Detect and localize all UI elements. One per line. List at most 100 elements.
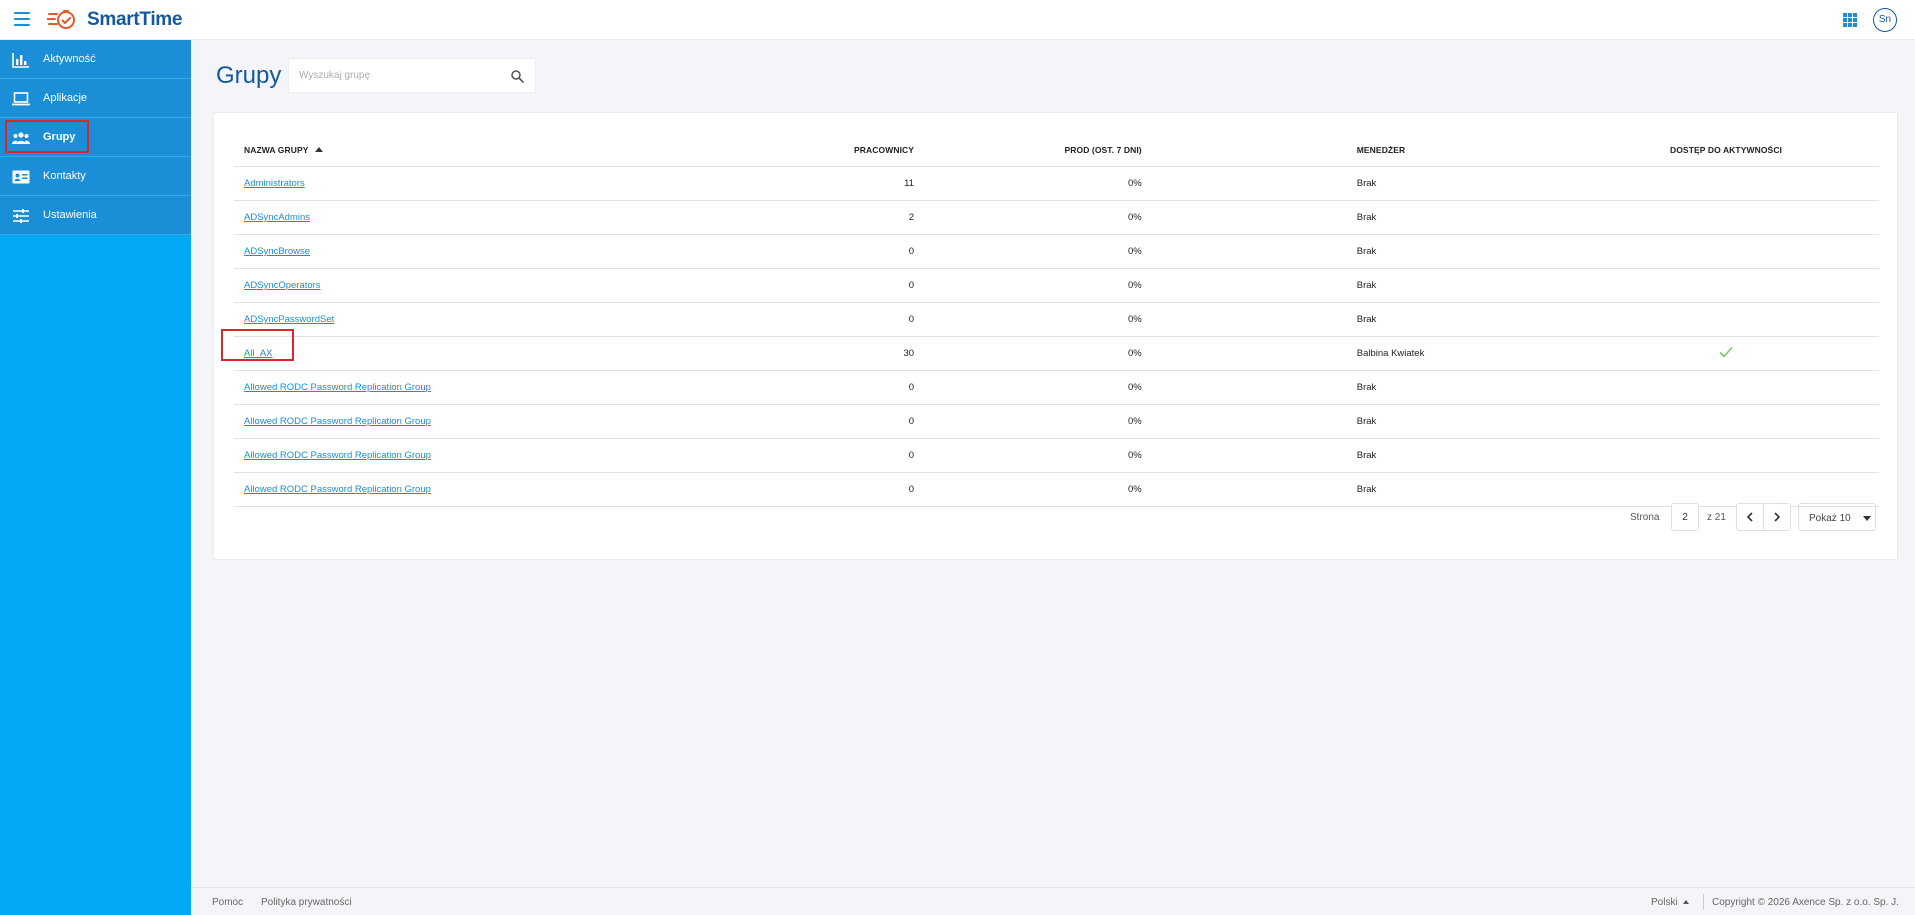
column-header-activity-access[interactable]: Dostęp do aktywności [1573,133,1879,167]
user-avatar[interactable]: Sn [1873,8,1897,32]
contact-card-icon [12,170,30,184]
cell-prod: 0% [914,438,1142,473]
groups-table: Nazwa grupy Pracownicy Prod (ost. 7 dni)… [234,133,1879,507]
copyright-text: Copyright © 2026 Axence Sp. z o.o. Sp. J… [1712,897,1899,908]
page-number-input[interactable] [1671,503,1699,531]
cell-group-name: ADSyncBrowse [234,234,696,269]
search-box [288,58,536,93]
cell-prod: 0% [914,404,1142,439]
cell-activity-access [1573,370,1879,405]
table-row: Allowed RODC Password Replication Group 0… [234,370,1879,405]
cell-group-name: Administrators [234,166,696,201]
page-title: Grupy [216,62,282,89]
cell-activity-access [1573,200,1879,235]
cell-activity-access [1573,472,1879,507]
sidebar-item-ustawienia[interactable]: Ustawienia [0,196,191,235]
sidebar-item-kontakty[interactable]: Kontakty [0,157,191,196]
laptop-icon [12,92,30,106]
cell-manager: Brak [1141,438,1574,473]
column-header-group-name[interactable]: Nazwa grupy [234,133,696,167]
group-link[interactable]: ADSyncOperators [244,280,321,291]
group-link[interactable]: All_AX [244,348,273,359]
cell-activity-access [1573,234,1879,269]
footer: Pomoc Polityka prywatności Polski Copyri… [191,887,1915,915]
cell-manager: Brak [1141,166,1574,201]
page-total: z 21 [1707,512,1726,523]
cell-activity-access [1573,268,1879,303]
group-link[interactable]: Administrators [244,178,305,189]
help-link[interactable]: Pomoc [212,897,243,908]
table-row: ADSyncOperators 0 0% Brak [234,268,1879,303]
page-size-select[interactable]: Pokaż 10 [1798,503,1876,531]
next-page-button[interactable] [1763,503,1791,531]
cell-group-name: All_AX [234,336,696,371]
sidebar-item-label: Kontakty [43,170,86,182]
group-link[interactable]: ADSyncBrowse [244,246,310,257]
column-label: Menedżer [1356,144,1406,155]
table-header-row: Nazwa grupy Pracownicy Prod (ost. 7 dni)… [234,133,1879,167]
bar-chart-icon [12,53,29,68]
cell-manager: Brak [1141,234,1574,269]
sidebar-item-grupy[interactable]: Grupy [0,118,191,157]
cell-prod: 0% [914,336,1142,371]
group-link[interactable]: Allowed RODC Password Replication Group [244,382,431,393]
cell-employees: 0 [695,404,915,439]
privacy-link[interactable]: Polityka prywatności [261,897,352,908]
sidebar-item-label: Aplikacje [43,92,88,104]
cell-manager: Brak [1141,268,1574,303]
cell-prod: 0% [914,166,1142,201]
apps-grid-icon[interactable] [1843,13,1857,27]
cell-group-name: Allowed RODC Password Replication Group [234,472,696,507]
cell-manager: Brak [1141,472,1574,507]
group-link[interactable]: ADSyncAdmins [244,212,310,223]
menu-icon[interactable] [14,12,30,26]
cell-employees: 0 [695,438,915,473]
group-link[interactable]: ADSyncPasswordSet [244,314,334,325]
cell-group-name: ADSyncPasswordSet [234,302,696,337]
people-icon [12,132,30,144]
column-label: Dostęp do aktywności [1669,144,1783,155]
cell-manager: Brak [1141,302,1574,337]
sidebar: Aktywność Aplikacje Grupy Kontakty Ustaw… [0,40,191,915]
cell-employees: 0 [695,370,915,405]
page-size-label: Pokaż 10 [1809,513,1851,524]
group-link[interactable]: Allowed RODC Password Replication Group [244,416,431,427]
cell-prod: 0% [914,200,1142,235]
cell-prod: 0% [914,302,1142,337]
table-row: ADSyncBrowse 0 0% Brak [234,234,1879,269]
groups-card: Nazwa grupy Pracownicy Prod (ost. 7 dni)… [213,112,1898,560]
column-header-manager[interactable]: Menedżer [1141,133,1574,167]
cell-employees: 0 [695,268,915,303]
cell-manager: Brak [1141,370,1574,405]
column-label: Prod (ost. 7 dni) [1064,144,1142,155]
column-label: Pracownicy [854,144,915,155]
table-row: ADSyncPasswordSet 0 0% Brak [234,302,1879,337]
cell-group-name: Allowed RODC Password Replication Group [234,370,696,405]
check-icon [1719,346,1733,358]
cell-activity-access [1573,404,1879,439]
cell-activity-access [1573,438,1879,473]
previous-page-button[interactable] [1736,503,1764,531]
table-row: Allowed RODC Password Replication Group 0… [234,404,1879,439]
cell-employees: 30 [695,336,915,371]
column-header-employees[interactable]: Pracownicy [695,133,915,167]
smarttime-logo-icon [47,10,75,29]
cell-employees: 0 [695,234,915,269]
cell-employees: 2 [695,200,915,235]
group-link[interactable]: Allowed RODC Password Replication Group [244,450,431,461]
cell-manager: Balbina Kwiatek [1141,336,1574,371]
search-icon[interactable] [511,70,524,83]
language-select[interactable]: Polski [1651,897,1689,908]
cell-prod: 0% [914,472,1142,507]
cell-prod: 0% [914,370,1142,405]
cell-activity-access [1573,166,1879,201]
sidebar-item-aplikacje[interactable]: Aplikacje [0,79,191,118]
table-row: All_AX 30 0% Balbina Kwiatek [234,336,1879,371]
table-row: Allowed RODC Password Replication Group 0… [234,438,1879,473]
group-link[interactable]: Allowed RODC Password Replication Group [244,484,431,495]
cell-group-name: ADSyncAdmins [234,200,696,235]
search-input[interactable] [289,59,499,92]
sidebar-item-aktywnosc[interactable]: Aktywność [0,40,191,79]
cell-group-name: Allowed RODC Password Replication Group [234,438,696,473]
column-header-prod[interactable]: Prod (ost. 7 dni) [914,133,1142,167]
